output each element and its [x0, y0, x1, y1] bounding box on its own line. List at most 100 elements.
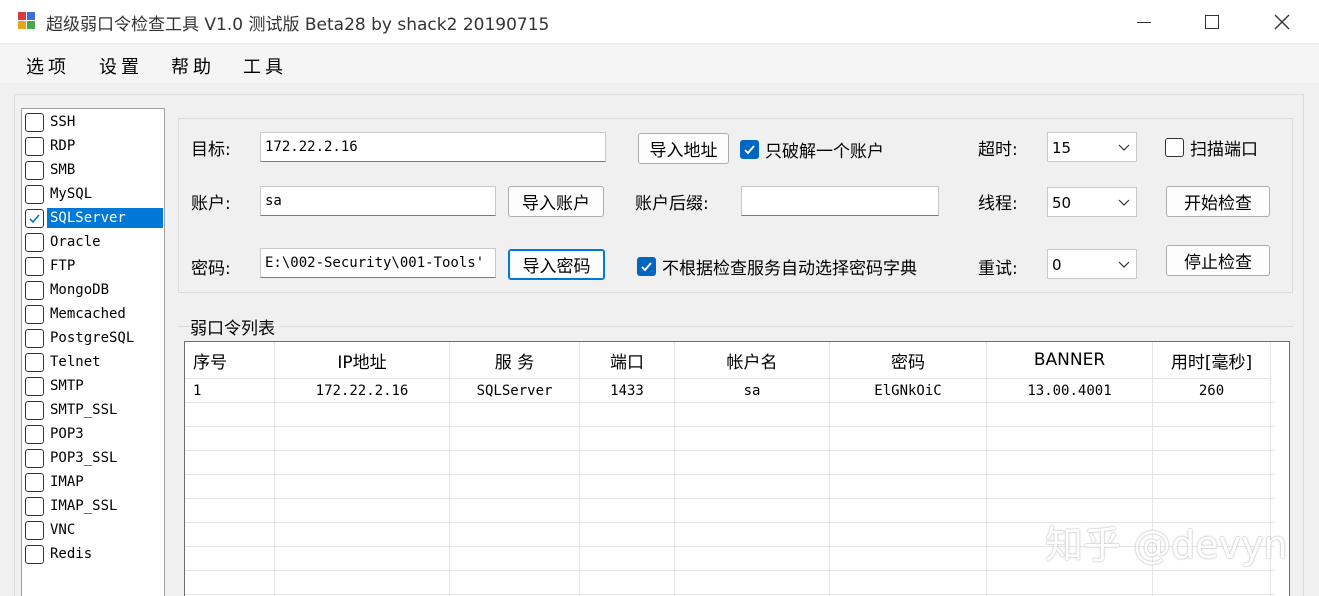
table-cell	[580, 475, 675, 499]
column-header[interactable]: 端口	[580, 342, 675, 379]
checkbox-unchecked-icon[interactable]	[25, 184, 44, 204]
checkbox-unchecked-icon[interactable]	[25, 496, 44, 516]
timeout-select[interactable]: 15	[1047, 132, 1137, 162]
account-input[interactable]: sa	[260, 186, 496, 216]
target-label: 目标:	[191, 140, 231, 160]
checkbox-unchecked-icon[interactable]	[25, 136, 44, 156]
table-cell	[185, 571, 275, 595]
service-item[interactable]: IMAP_SSL	[25, 495, 163, 517]
table-cell: ElGNkOiC	[830, 379, 987, 403]
checkbox-unchecked-icon[interactable]	[25, 424, 44, 444]
service-item[interactable]: SMTP_SSL	[25, 399, 163, 421]
column-header[interactable]: 密码	[830, 342, 987, 379]
checkbox-unchecked-icon[interactable]	[25, 448, 44, 468]
checkbox-unchecked-icon[interactable]	[25, 352, 44, 372]
scan-port-checkbox[interactable]: 扫描端口	[1165, 135, 1258, 160]
checkbox-unchecked-icon[interactable]	[25, 520, 44, 540]
service-item[interactable]: SQLServer	[25, 207, 163, 229]
threads-select[interactable]: 50	[1047, 187, 1137, 217]
table-cell	[580, 523, 675, 547]
column-header[interactable]: 序号	[185, 342, 275, 379]
service-item[interactable]: SSH	[25, 111, 163, 133]
checkbox-unchecked-icon[interactable]	[25, 232, 44, 252]
service-item[interactable]: FTP	[25, 255, 163, 277]
checkbox-checked-icon[interactable]	[25, 208, 44, 228]
service-item[interactable]: SMB	[25, 159, 163, 181]
table-cell	[450, 499, 580, 523]
table-cell	[987, 475, 1153, 499]
service-item[interactable]: POP3_SSL	[25, 447, 163, 469]
title-bar: 超级弱口令检查工具 V1.0 测试版 Beta28 by shack2 2019…	[0, 0, 1319, 44]
table-cell	[580, 571, 675, 595]
table-cell	[450, 451, 580, 475]
service-item[interactable]: IMAP	[25, 471, 163, 493]
service-item[interactable]: PostgreSQL	[25, 327, 163, 349]
password-label: 密码:	[191, 259, 231, 279]
checkbox-unchecked-icon[interactable]	[25, 280, 44, 300]
service-item[interactable]: Telnet	[25, 351, 163, 373]
service-item[interactable]: Redis	[25, 543, 163, 565]
column-header[interactable]: 帐户名	[675, 342, 830, 379]
service-label: SMTP_SSL	[50, 402, 118, 418]
service-item[interactable]: VNC	[25, 519, 163, 541]
service-item[interactable]: SMTP	[25, 375, 163, 397]
auto-dict-checkbox[interactable]: 不根据检查服务自动选择密码字典	[637, 254, 917, 279]
import-address-button[interactable]: 导入地址	[638, 133, 729, 164]
table-cell	[675, 475, 830, 499]
target-input[interactable]: 172.22.2.16	[260, 132, 606, 162]
checkbox-unchecked-icon[interactable]	[25, 544, 44, 564]
table-cell	[580, 547, 675, 571]
table-cell	[830, 451, 987, 475]
table-cell: 1	[185, 379, 275, 403]
retry-select[interactable]: 0	[1047, 249, 1137, 279]
account-suffix-input[interactable]	[741, 186, 939, 216]
threads-value: 50	[1052, 194, 1072, 212]
checkbox-unchecked-icon[interactable]	[25, 160, 44, 180]
table-cell	[450, 403, 580, 427]
column-header[interactable]: BANNER	[987, 342, 1153, 379]
password-dict-input[interactable]: E:\002-Security\001-Tools'	[260, 248, 496, 278]
minimize-button[interactable]	[1112, 0, 1176, 44]
scan-port-label: 扫描端口	[1190, 140, 1258, 160]
table-cell	[450, 571, 580, 595]
service-label: Oracle	[50, 234, 101, 250]
maximize-button[interactable]	[1180, 0, 1244, 44]
service-label: Telnet	[50, 354, 101, 370]
menu-tools[interactable]: 工具	[243, 53, 287, 79]
table-cell	[1153, 475, 1271, 499]
service-item[interactable]: RDP	[25, 135, 163, 157]
watermark: 知乎 @devyn	[1045, 523, 1288, 567]
column-header[interactable]: 用时[毫秒]	[1153, 342, 1271, 379]
import-password-button[interactable]: 导入密码	[508, 249, 605, 280]
table-cell	[275, 403, 450, 427]
table-cell	[987, 571, 1153, 595]
checkbox-unchecked-icon[interactable]	[25, 400, 44, 420]
timeout-value: 15	[1052, 139, 1072, 157]
column-header[interactable]: IP地址	[275, 342, 450, 379]
service-label: POP3	[50, 426, 84, 442]
checkbox-unchecked-icon[interactable]	[25, 376, 44, 396]
service-item[interactable]: MySQL	[25, 183, 163, 205]
stop-check-button[interactable]: 停止检查	[1166, 245, 1270, 276]
table-cell	[675, 499, 830, 523]
service-item[interactable]: POP3	[25, 423, 163, 445]
table-cell	[185, 523, 275, 547]
service-item[interactable]: MongoDB	[25, 279, 163, 301]
column-header[interactable]: 服 务	[450, 342, 580, 379]
checkbox-unchecked-icon[interactable]	[25, 256, 44, 276]
menu-help[interactable]: 帮助	[171, 53, 215, 79]
menu-settings[interactable]: 设置	[99, 53, 143, 79]
service-item[interactable]: Memcached	[25, 303, 163, 325]
import-account-button[interactable]: 导入账户	[508, 186, 604, 217]
menu-options[interactable]: 选项	[26, 53, 70, 79]
close-button[interactable]	[1250, 0, 1314, 44]
checkbox-unchecked-icon[interactable]	[25, 112, 44, 132]
checkbox-unchecked-icon[interactable]	[25, 304, 44, 324]
start-check-button[interactable]: 开始检查	[1166, 186, 1270, 217]
service-item[interactable]: Oracle	[25, 231, 163, 253]
checkbox-unchecked-icon[interactable]	[25, 328, 44, 348]
checkbox-unchecked-icon[interactable]	[25, 472, 44, 492]
retry-label: 重试:	[978, 259, 1018, 279]
service-list[interactable]: SSH RDP SMB MySQL SQLServer Oracle FTP MongoDB M…	[21, 108, 165, 596]
only-one-account-checkbox[interactable]: 只破解一个账户	[740, 137, 884, 162]
